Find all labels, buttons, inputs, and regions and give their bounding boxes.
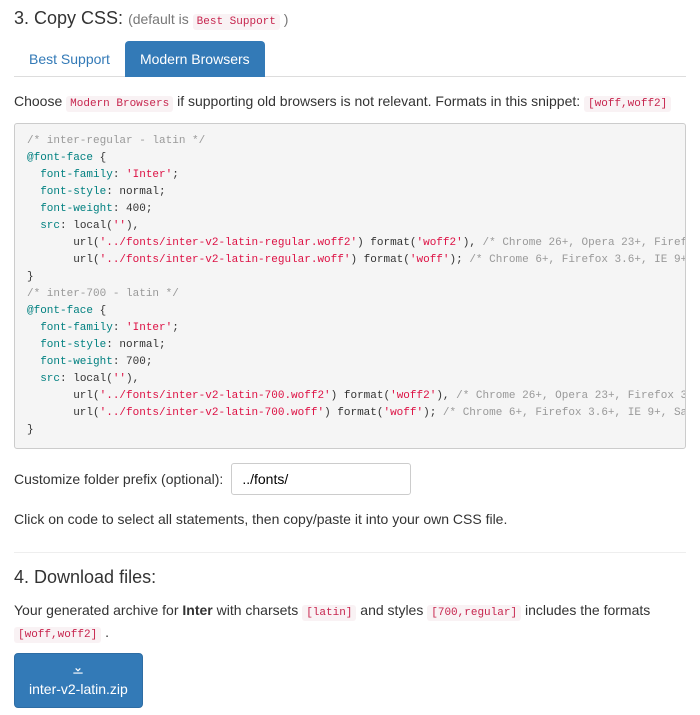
font-name: Inter [182, 602, 212, 618]
tab-best-support[interactable]: Best Support [14, 41, 125, 77]
download-button[interactable]: inter-v2-latin.zip [14, 653, 143, 708]
download-summary: Your generated archive for Inter with ch… [14, 600, 686, 643]
copy-hint: Click on code to select all statements, … [14, 509, 686, 530]
choose-code: Modern Browsers [66, 96, 173, 112]
download-filename: inter-v2-latin.zip [29, 681, 128, 698]
download-icon [71, 662, 85, 679]
formats-code: [woff,woff2] [14, 627, 101, 643]
choose-hint: Choose Modern Browsers if supporting old… [14, 91, 686, 113]
tab-modern-browsers[interactable]: Modern Browsers [125, 41, 265, 77]
heading-text: 3. Copy CSS: [14, 8, 123, 28]
charsets-code: [latin] [302, 605, 356, 621]
section4-heading: 4. Download files: [14, 567, 686, 588]
prefix-input[interactable] [231, 463, 411, 495]
section3-heading: 3. Copy CSS: (default is Best Support ) [14, 8, 686, 29]
formats-snippet: [woff,woff2] [584, 96, 671, 112]
section-divider [14, 552, 686, 553]
styles-code: [700,regular] [427, 605, 521, 621]
default-note: (default is Best Support ) [128, 11, 288, 27]
css-support-tabs: Best Support Modern Browsers [14, 41, 686, 77]
default-value-code: Best Support [193, 14, 280, 30]
css-code-block[interactable]: /* inter-regular - latin */ @font-face {… [14, 123, 686, 450]
prefix-label: Customize folder prefix (optional): [14, 471, 223, 487]
